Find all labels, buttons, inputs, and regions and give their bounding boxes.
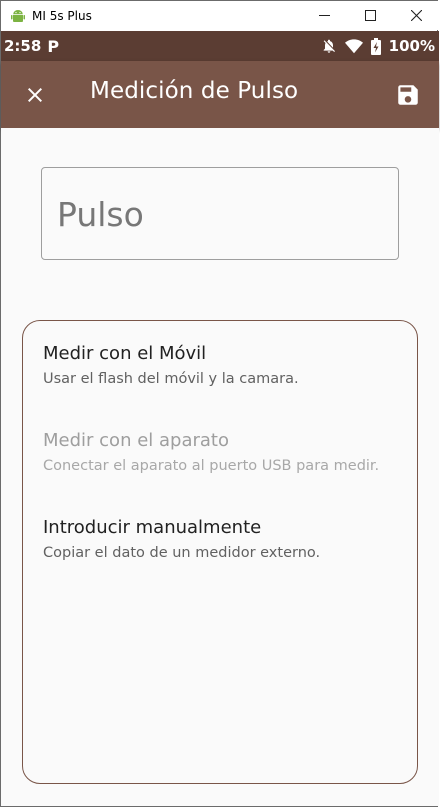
android-icon [11, 9, 25, 22]
main-content: Medir con el Móvil Usar el flash del móv… [1, 128, 439, 806]
window-close-icon [410, 10, 422, 21]
android-status-bar: 2:58 P 100% [1, 31, 439, 61]
option-subtitle: Conectar el aparato al puerto USB para m… [43, 458, 380, 474]
option-measure-device: Medir con el aparato Conectar el aparato… [43, 430, 379, 474]
pulse-input[interactable] [55, 190, 389, 238]
minimize-button[interactable] [301, 1, 347, 30]
window-close-button[interactable] [393, 1, 439, 30]
option-measure-phone[interactable]: Medir con el Móvil Usar el flash del móv… [43, 343, 299, 387]
option-title: Introducir manualmente [43, 517, 262, 538]
parking-notification-icon: P [47, 36, 60, 56]
status-time: 2:58 [4, 37, 42, 55]
page-title: Medición de Pulso [90, 78, 299, 104]
app-bar: Medición de Pulso [1, 61, 439, 128]
window-titlebar: MI 5s Plus [1, 1, 439, 30]
close-icon[interactable] [23, 83, 47, 107]
option-manual-entry[interactable]: Introducir manualmente Copiar el dato de… [43, 517, 320, 561]
option-subtitle: Copiar el dato de un medidor externo. [43, 545, 321, 561]
pulse-field[interactable] [41, 167, 399, 260]
measurement-options-card: Medir con el Móvil Usar el flash del móv… [22, 320, 418, 784]
save-icon[interactable] [395, 82, 421, 108]
battery-percent: 100% [388, 37, 435, 55]
option-subtitle: Usar el flash del móvil y la camara. [43, 371, 299, 387]
minimize-icon [318, 15, 330, 16]
maximize-button[interactable] [347, 1, 393, 30]
window-title: MI 5s Plus [32, 8, 92, 23]
notifications-off-icon [323, 39, 335, 53]
option-title: Medir con el Móvil [43, 343, 207, 364]
battery-charging-icon [370, 37, 381, 55]
maximize-icon [364, 10, 376, 21]
wifi-icon [344, 38, 363, 53]
option-title: Medir con el aparato [43, 430, 229, 451]
